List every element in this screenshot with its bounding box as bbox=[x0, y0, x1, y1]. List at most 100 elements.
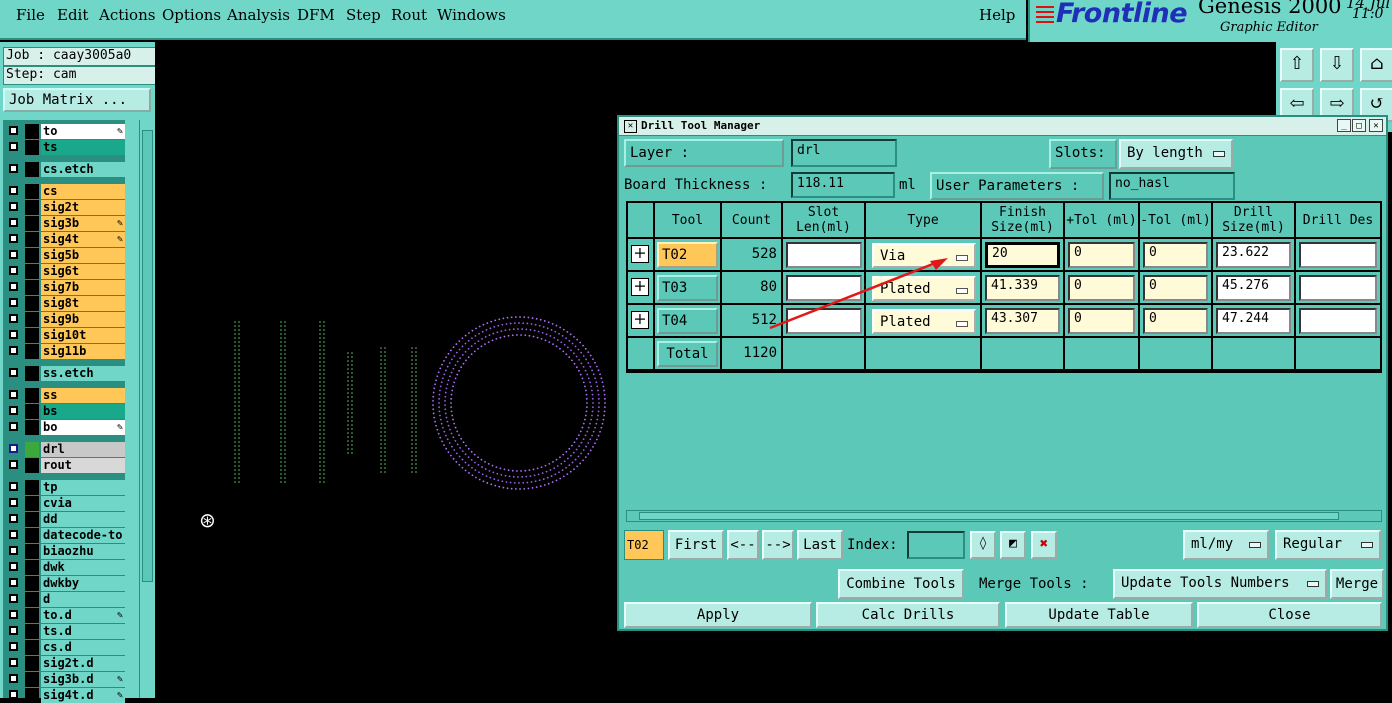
layer-affected-marker[interactable] bbox=[25, 162, 39, 177]
job-matrix-button[interactable]: Job Matrix ... bbox=[3, 88, 151, 112]
zoom-up-icon[interactable]: ⇧ bbox=[1280, 48, 1314, 82]
layer-checkbox[interactable] bbox=[9, 282, 18, 291]
scrollbar-thumb[interactable] bbox=[639, 512, 1339, 520]
layer-row[interactable]: sig11b bbox=[3, 344, 125, 359]
tool-id[interactable]: T03 bbox=[657, 275, 718, 301]
layer-name[interactable]: ts.d bbox=[41, 624, 125, 639]
layer-name[interactable]: d bbox=[41, 592, 125, 607]
tool-id[interactable]: T02 bbox=[657, 242, 718, 268]
layer-checkbox[interactable] bbox=[9, 422, 18, 431]
layer-affected-marker[interactable] bbox=[25, 442, 39, 457]
layer-affected-marker[interactable] bbox=[25, 232, 39, 247]
layer-row[interactable]: dwkby bbox=[3, 576, 125, 591]
layer-row[interactable]: d bbox=[3, 592, 125, 607]
layer-name[interactable]: ss.etch bbox=[41, 366, 125, 381]
layer-checkbox[interactable] bbox=[9, 218, 18, 227]
expand-row-icon[interactable]: + bbox=[631, 278, 649, 296]
layer-affected-marker[interactable] bbox=[25, 640, 39, 655]
layer-name[interactable]: cs.d bbox=[41, 640, 125, 655]
layer-checkbox[interactable] bbox=[9, 562, 18, 571]
layer-checkbox[interactable] bbox=[9, 642, 18, 651]
layer-name[interactable]: cvia bbox=[41, 496, 125, 511]
layer-row[interactable]: sig4t.d ✎ bbox=[3, 688, 125, 703]
finish-size-field[interactable]: 41.339 bbox=[985, 275, 1060, 301]
zoom-down-icon[interactable]: ⇩ bbox=[1320, 48, 1354, 82]
last-button[interactable]: Last bbox=[797, 530, 843, 560]
layer-affected-marker[interactable] bbox=[25, 264, 39, 279]
layer-checkbox[interactable] bbox=[9, 658, 18, 667]
close-window-icon[interactable]: ✕ bbox=[1369, 119, 1383, 132]
drill-designator-field[interactable] bbox=[1299, 242, 1377, 268]
layer-checkbox[interactable] bbox=[9, 164, 18, 173]
layer-checkbox[interactable] bbox=[9, 546, 18, 555]
type-select[interactable]: Plated bbox=[872, 309, 976, 334]
layer-checkbox[interactable] bbox=[9, 482, 18, 491]
layer-checkbox[interactable] bbox=[9, 234, 18, 243]
layer-name[interactable]: dwkby bbox=[41, 576, 125, 591]
layer-row[interactable]: biaozhu bbox=[3, 544, 125, 559]
finish-size-field[interactable]: 43.307 bbox=[985, 308, 1060, 334]
layer-name[interactable]: sig10t bbox=[41, 328, 125, 343]
layer-row[interactable]: dwk bbox=[3, 560, 125, 575]
board-thickness-field[interactable]: 118.11 bbox=[791, 172, 895, 198]
layer-row[interactable]: datecode-to bbox=[3, 528, 125, 543]
layer-name[interactable]: datecode-to bbox=[41, 528, 125, 543]
layer-checkbox[interactable] bbox=[9, 298, 18, 307]
layer-affected-marker[interactable] bbox=[25, 672, 39, 687]
layer-affected-marker[interactable] bbox=[25, 388, 39, 403]
layer-affected-marker[interactable] bbox=[25, 140, 39, 155]
layer-row[interactable]: cs.etch bbox=[3, 162, 125, 177]
menu-options[interactable]: Options bbox=[162, 6, 221, 24]
layer-name[interactable]: sig11b bbox=[41, 344, 125, 359]
drill-designator-field[interactable] bbox=[1299, 308, 1377, 334]
first-button[interactable]: First bbox=[668, 530, 724, 560]
layer-name[interactable]: sig4t.d ✎ bbox=[41, 688, 125, 703]
plus-tolerance-field[interactable]: 0 bbox=[1068, 275, 1135, 301]
type-select[interactable]: Via bbox=[872, 243, 976, 268]
layer-affected-marker[interactable] bbox=[25, 512, 39, 527]
layer-affected-marker[interactable] bbox=[25, 496, 39, 511]
menu-windows[interactable]: Windows bbox=[437, 6, 506, 24]
layer-checkbox[interactable] bbox=[9, 346, 18, 355]
layer-row[interactable]: ts.d bbox=[3, 624, 125, 639]
layer-row[interactable]: cs bbox=[3, 184, 125, 199]
layer-row[interactable]: rout bbox=[3, 458, 125, 473]
minus-tolerance-field[interactable]: 0 bbox=[1143, 308, 1208, 334]
apply-button[interactable]: Apply bbox=[624, 602, 812, 628]
layer-row[interactable]: ts bbox=[3, 140, 125, 155]
plus-tolerance-field[interactable]: 0 bbox=[1068, 308, 1135, 334]
drill-size-field[interactable]: 45.276 bbox=[1216, 275, 1291, 301]
user-parameters-field[interactable]: no_hasl bbox=[1109, 172, 1235, 200]
layer-checkbox[interactable] bbox=[9, 498, 18, 507]
layer-affected-marker[interactable] bbox=[25, 296, 39, 311]
layer-checkbox[interactable] bbox=[9, 578, 18, 587]
layer-affected-marker[interactable] bbox=[25, 248, 39, 263]
menu-file[interactable]: File bbox=[16, 6, 45, 24]
minimize-icon[interactable]: _ bbox=[1337, 119, 1351, 132]
layer-affected-marker[interactable] bbox=[25, 124, 39, 139]
layer-checkbox[interactable] bbox=[9, 594, 18, 603]
layer-checkbox[interactable] bbox=[9, 368, 18, 377]
layer-checkbox[interactable] bbox=[9, 674, 18, 683]
layer-name[interactable]: drl bbox=[41, 442, 125, 457]
layer-row[interactable]: to ✎ bbox=[3, 124, 125, 139]
layer-row[interactable]: sig10t bbox=[3, 328, 125, 343]
layer-row[interactable]: sig3b ✎ bbox=[3, 216, 125, 231]
layer-name[interactable]: biaozhu bbox=[41, 544, 125, 559]
layer-name[interactable]: to.d ✎ bbox=[41, 608, 125, 623]
layer-row[interactable]: sig6t bbox=[3, 264, 125, 279]
menu-help[interactable]: Help bbox=[979, 6, 1015, 24]
menu-rout[interactable]: Rout bbox=[391, 6, 427, 24]
layer-checkbox[interactable] bbox=[9, 610, 18, 619]
layer-affected-marker[interactable] bbox=[25, 560, 39, 575]
home-icon[interactable]: ⌂ bbox=[1360, 48, 1392, 82]
dialog-titlebar[interactable]: ✕ Drill Tool Manager _ □ ✕ bbox=[619, 117, 1386, 136]
units-select[interactable]: ml/my bbox=[1183, 530, 1269, 560]
layer-affected-marker[interactable] bbox=[25, 592, 39, 607]
layer-affected-marker[interactable] bbox=[25, 344, 39, 359]
minus-tolerance-field[interactable]: 0 bbox=[1143, 275, 1208, 301]
layer-checkbox[interactable] bbox=[9, 250, 18, 259]
layer-name[interactable]: sig2t bbox=[41, 200, 125, 215]
menu-actions[interactable]: Actions bbox=[99, 6, 155, 24]
layer-checkbox[interactable] bbox=[9, 314, 18, 323]
